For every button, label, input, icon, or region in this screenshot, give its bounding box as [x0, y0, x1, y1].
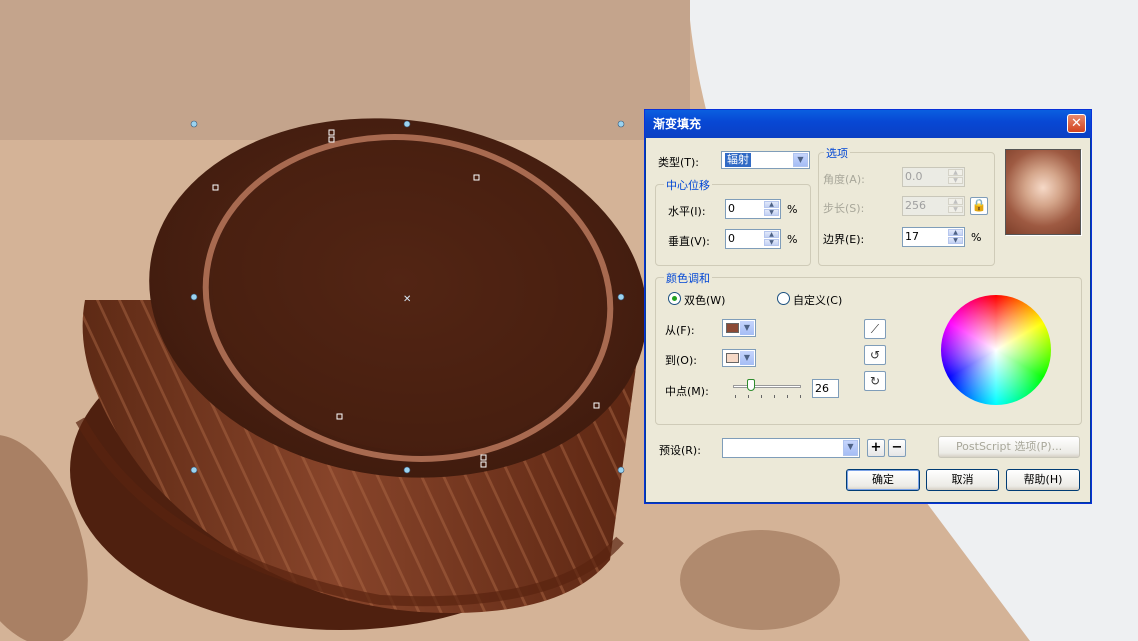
center-offset-title: 中心位移 — [664, 177, 712, 193]
spin-up-icon[interactable]: ▲ — [764, 201, 779, 208]
midpoint-slider-thumb[interactable] — [746, 379, 755, 391]
to-color-picker[interactable]: ▼ — [722, 349, 756, 367]
vertical-offset-value: 0 — [728, 232, 735, 245]
steps-value: 256 — [905, 199, 926, 212]
direct-blend-button[interactable]: ⟋ — [864, 319, 886, 339]
chevron-down-icon: ▼ — [843, 440, 858, 456]
rotate-ccw-icon: ↺ — [869, 348, 881, 362]
custom-label: 自定义(C) — [793, 294, 843, 307]
angle-value: 0.0 — [905, 170, 923, 183]
color-blend-title: 颜色调和 — [664, 270, 712, 286]
horizontal-label: 水平(I): — [668, 205, 706, 218]
center-offset-group: 中心位移 水平(I): 0 ▲ ▼ % 垂直(V): 0 ▲ ▼ % — [655, 177, 811, 266]
presets-label: 预设(R): — [659, 444, 701, 457]
help-button[interactable]: 帮助(H) — [1006, 469, 1080, 491]
chevron-down-icon: ▼ — [793, 153, 808, 167]
to-label: 到(O): — [665, 354, 697, 367]
options-group: 选项 角度(A): 0.0 ▲ ▼ 步长(S): 256 ▲ ▼ 🔒 边界(E): … — [818, 145, 995, 266]
lock-steps-button[interactable]: 🔒 — [970, 197, 988, 215]
vertical-offset-spinner[interactable]: 0 ▲ ▼ — [725, 229, 781, 249]
midpoint-input[interactable]: 26 — [812, 379, 839, 398]
steps-label: 步长(S): — [823, 202, 865, 215]
two-color-label: 双色(W) — [684, 294, 726, 307]
dialog-title: 渐变填充 — [645, 110, 1091, 138]
spin-down-icon[interactable]: ▼ — [948, 177, 963, 184]
spin-down-icon[interactable]: ▼ — [948, 206, 963, 213]
angle-label: 角度(A): — [823, 173, 865, 186]
svg-text:✕: ✕ — [403, 294, 411, 305]
slider-ticks — [735, 395, 801, 398]
from-color-swatch — [726, 323, 739, 333]
horizontal-percent: % — [787, 203, 798, 216]
type-select[interactable]: 辐射 ▼ — [721, 151, 810, 169]
edge-label: 边界(E): — [823, 233, 865, 246]
chevron-down-icon: ▼ — [740, 321, 754, 335]
steps-spinner[interactable]: 256 ▲ ▼ — [902, 196, 965, 216]
edge-percent: % — [971, 231, 982, 244]
options-title: 选项 — [824, 145, 850, 161]
vertical-percent: % — [787, 233, 798, 246]
ok-button[interactable]: 确定 — [846, 469, 920, 491]
close-button[interactable]: ✕ — [1067, 114, 1086, 133]
spin-down-icon[interactable]: ▼ — [764, 209, 779, 216]
custom-radio[interactable] — [777, 292, 790, 305]
midpoint-slider[interactable] — [733, 385, 801, 388]
fountain-fill-dialog: 渐变填充 ✕ 类型(T): 辐射 ▼ 中心位移 水平(I): 0 ▲ ▼ % 垂直… — [644, 109, 1092, 504]
type-label: 类型(T): — [658, 156, 700, 169]
from-label: 从(F): — [665, 324, 695, 337]
type-select-value: 辐射 — [725, 153, 751, 167]
add-preset-button[interactable]: + — [867, 439, 885, 457]
line-diagonal-icon: ⟋ — [870, 322, 880, 336]
spin-down-icon[interactable]: ▼ — [764, 239, 779, 246]
edge-spinner[interactable]: 17 ▲ ▼ — [902, 227, 965, 247]
midpoint-label: 中点(M): — [665, 385, 709, 398]
horizontal-offset-value: 0 — [728, 202, 735, 215]
spin-up-icon[interactable]: ▲ — [948, 198, 963, 205]
cancel-button[interactable]: 取消 — [926, 469, 999, 491]
edge-value: 17 — [905, 230, 919, 243]
from-color-picker[interactable]: ▼ — [722, 319, 756, 337]
rotate-cw-icon: ↻ — [869, 374, 881, 388]
clockwise-blend-button[interactable]: ↻ — [864, 371, 886, 391]
vertical-label: 垂直(V): — [668, 235, 710, 248]
color-wheel[interactable] — [941, 295, 1051, 405]
gradient-preview[interactable] — [1005, 149, 1081, 235]
spin-up-icon[interactable]: ▲ — [948, 229, 963, 236]
lock-icon: 🔒 — [971, 198, 987, 212]
to-color-swatch — [726, 353, 739, 363]
chevron-down-icon: ▼ — [740, 351, 754, 365]
remove-preset-button[interactable]: − — [888, 439, 906, 457]
angle-spinner[interactable]: 0.0 ▲ ▼ — [902, 167, 965, 187]
two-color-radio[interactable] — [668, 292, 681, 305]
postscript-options-button[interactable]: PostScript 选项(P)... — [938, 436, 1080, 458]
spin-down-icon[interactable]: ▼ — [948, 237, 963, 244]
spin-up-icon[interactable]: ▲ — [764, 231, 779, 238]
presets-select[interactable]: ▼ — [722, 438, 860, 458]
spin-up-icon[interactable]: ▲ — [948, 169, 963, 176]
horizontal-offset-spinner[interactable]: 0 ▲ ▼ — [725, 199, 781, 219]
counterclockwise-blend-button[interactable]: ↺ — [864, 345, 886, 365]
